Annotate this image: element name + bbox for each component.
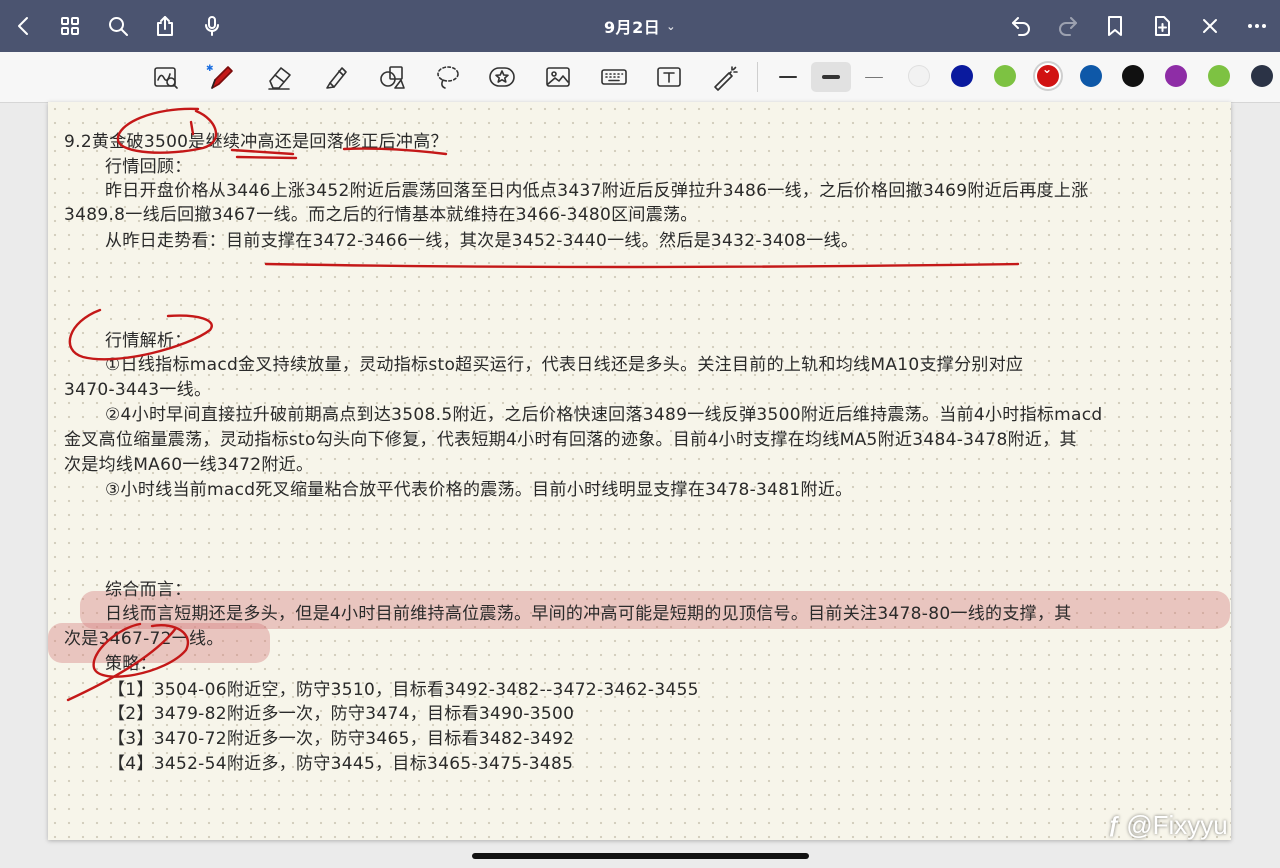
stroke-width-thinnest[interactable] — [854, 62, 894, 92]
keyboard-icon[interactable] — [598, 61, 630, 93]
more-icon[interactable] — [1243, 12, 1271, 40]
stroke-width-medium[interactable] — [811, 62, 851, 92]
note-date-title: 9月2日 — [604, 18, 661, 37]
color-swatch-navy[interactable] — [951, 65, 973, 87]
color-swatch-dark[interactable] — [1251, 65, 1273, 87]
watermark: ƒ @Fixyyu — [1108, 808, 1228, 842]
add-page-icon[interactable] — [1148, 12, 1176, 40]
summary-text: 次是3467-72一线。 — [64, 629, 224, 649]
color-swatch-lime[interactable] — [1208, 65, 1230, 87]
color-swatch-blue[interactable] — [1080, 65, 1102, 87]
section-heading-summary: 综合而言： — [105, 580, 192, 600]
pen-icon[interactable]: ✱ — [205, 61, 237, 93]
bookmark-icon[interactable] — [1101, 12, 1129, 40]
eraser-icon[interactable] — [263, 61, 295, 93]
toolbar-divider — [757, 62, 758, 92]
highlighter-icon[interactable] — [320, 61, 352, 93]
section-heading-review: 行情回顾： — [105, 157, 192, 177]
analysis-4h-text: 金叉高位缩量震荡，灵动指标sto勾头向下修复，代表短期4小时有回落的迹象。目前4… — [64, 430, 1077, 450]
color-swatch-purple[interactable] — [1165, 65, 1187, 87]
svg-text:✱: ✱ — [206, 64, 214, 74]
text-box-icon[interactable] — [653, 61, 685, 93]
color-swatch-black[interactable] — [1122, 65, 1144, 87]
back-icon[interactable] — [10, 12, 38, 40]
home-indicator[interactable] — [472, 853, 809, 859]
review-support-text: 从昨日走势看：目前支撑在3472-3466一线，其次是3452-3440一线。然… — [105, 231, 859, 251]
lasso-icon[interactable] — [432, 61, 464, 93]
color-swatch-red[interactable] — [1037, 62, 1059, 87]
shapes-icon[interactable] — [376, 61, 408, 93]
strategy-item: 【3】3470-72附近多一次，防守3465，目标看3482-3492 — [108, 729, 575, 749]
review-text: 昨日开盘价格从3446上涨3452附近后震荡回落至日内低点3437附近后反弹拉升… — [105, 181, 1089, 201]
stroke-width-thin[interactable] — [768, 62, 808, 92]
strategy-item: 【2】3479-82附近多一次，防守3474，目标看3490-3500 — [108, 704, 575, 724]
undo-icon[interactable] — [1007, 12, 1035, 40]
analysis-hourly-text: ③小时线当前macd死叉缩量粘合放平代表价格的震荡。目前小时线明显支撑在3478… — [105, 480, 853, 500]
close-icon[interactable] — [1196, 12, 1224, 40]
strategy-item: 【4】3452-54附近多，防守3445，目标3465-3475-3485 — [108, 754, 574, 774]
note-title-dropdown[interactable]: 9月2日 ⌄ — [540, 0, 740, 52]
zoom-window-icon[interactable] — [150, 61, 182, 93]
note-page-canvas[interactable]: 9.2黄金破3500是继续冲高还是回落修正后冲高？ 行情回顾： 昨日开盘价格从3… — [48, 102, 1231, 840]
color-swatch-white[interactable] — [908, 65, 930, 87]
section-heading-strategy: 策略： — [105, 654, 157, 674]
grid-icon[interactable] — [56, 12, 84, 40]
sticker-icon[interactable] — [486, 61, 518, 93]
analysis-daily-text: ①日线指标macd金叉持续放量，灵动指标sto超买运行，代表日线还是多头。关注目… — [105, 355, 1024, 375]
summary-text: 日线而言短期还是多头，但是4小时目前维持高位震荡。早间的冲高可能是短期的见顶信号… — [105, 604, 1072, 624]
share-icon[interactable] — [151, 12, 179, 40]
color-swatch-green[interactable] — [994, 65, 1016, 87]
weibo-logo-icon: ƒ — [1108, 812, 1121, 837]
strategy-item: 【1】3504-06附近空，防守3510，目标看3492-3482--3472-… — [108, 680, 699, 700]
laser-pointer-icon[interactable] — [709, 61, 741, 93]
analysis-4h-text: ②4小时早间直接拉升破前期高点到达3508.5附近，之后价格快速回落3489一线… — [105, 405, 1103, 425]
redo-icon[interactable] — [1054, 12, 1082, 40]
review-text: 3489.8一线后回撤3467一线。而之后的行情基本就维持在3466-3480区… — [64, 205, 698, 225]
section-heading-analysis: 行情解析： — [105, 331, 192, 351]
watermark-text: @Fixyyu — [1126, 809, 1228, 840]
top-navigation-bar: 9月2日 ⌄ — [0, 0, 1280, 52]
image-icon[interactable] — [542, 61, 574, 93]
microphone-icon[interactable] — [198, 12, 226, 40]
search-icon[interactable] — [104, 12, 132, 40]
analysis-4h-text: 次是均线MA60一线3472附近。 — [64, 455, 314, 475]
chevron-down-icon: ⌄ — [666, 19, 676, 33]
note-title: 9.2黄金破3500是继续冲高还是回落修正后冲高？ — [64, 132, 448, 152]
analysis-daily-text: 3470-3443一线。 — [64, 380, 212, 400]
